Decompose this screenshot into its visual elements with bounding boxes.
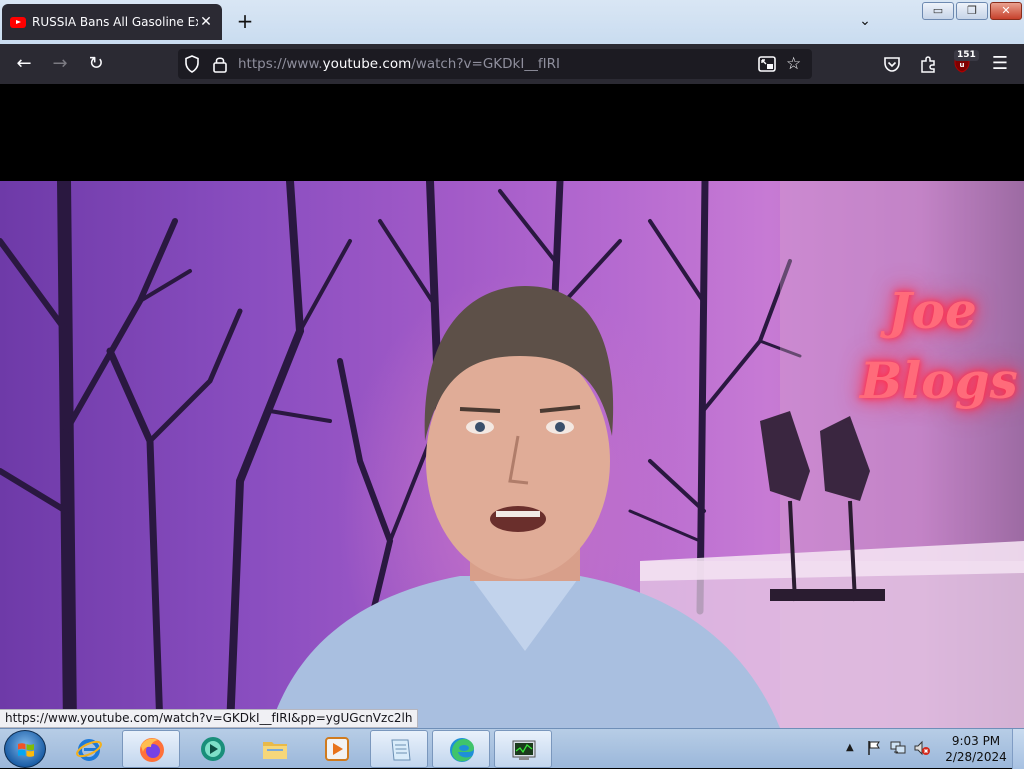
navigation-toolbar: ← → ↻ https://www.youtube.com/watch?v=GK… (0, 44, 1024, 84)
svg-text:u: u (960, 61, 965, 69)
video-frame-art (0, 181, 1024, 728)
neon-line-2: Blogs (860, 351, 1018, 410)
tab-youtube-video[interactable]: RUSSIA Bans All Gasoline Expor ✕ (2, 4, 222, 40)
back-arrow-icon[interactable]: ← (12, 52, 36, 76)
neon-line-1: Joe (888, 281, 977, 340)
reload-icon[interactable]: ↻ (84, 52, 108, 76)
tab-list-chevron-down-icon[interactable]: ⌄ (854, 10, 876, 32)
clock-time: 9:03 PM (951, 734, 1001, 748)
page-content: Joe Blogs (0, 84, 1024, 728)
media-player-icon (325, 737, 349, 761)
url-host: youtube.com (322, 56, 412, 72)
windows-taskbar: ▲ 9:03 PM 2/28/2024 (0, 728, 1024, 769)
tab-title: RUSSIA Bans All Gasoline Expor (32, 15, 198, 29)
taskbar-media-app[interactable] (184, 730, 242, 768)
url-prefix: https://www. (238, 56, 323, 72)
folder-icon (263, 742, 287, 759)
volume-muted-icon[interactable] (914, 740, 930, 756)
taskbar-media-player[interactable] (308, 730, 366, 768)
extension-badge-count: 151 (954, 50, 979, 61)
edge-icon (450, 738, 474, 762)
start-button[interactable] (4, 730, 46, 768)
network-icon[interactable] (890, 740, 906, 756)
tracking-protection-shield-icon[interactable] (184, 55, 200, 73)
taskbar-firefox[interactable] (122, 730, 180, 768)
url-text[interactable]: https://www.youtube.com/watch?v=GKDkI__f… (238, 56, 560, 72)
tab-strip: RUSSIA Bans All Gasoline Expor ✕ + ⌄ ▭ ❐… (0, 0, 1024, 44)
url-path: /watch?v=GKDkI__fIRI (411, 56, 560, 72)
lock-icon[interactable] (212, 55, 228, 73)
picture-in-picture-icon[interactable] (758, 56, 776, 72)
show-desktop-button[interactable] (1012, 729, 1024, 769)
bookmark-star-icon[interactable]: ☆ (786, 54, 806, 74)
new-tab-button[interactable]: + (234, 10, 256, 32)
pocket-icon[interactable] (882, 54, 902, 74)
taskbar-notepad[interactable] (370, 730, 428, 768)
neon-sign: Joe Blogs (860, 276, 1018, 446)
taskbar-edge[interactable] (432, 730, 490, 768)
youtube-favicon-icon (10, 16, 26, 28)
clock[interactable]: 9:03 PM 2/28/2024 (942, 733, 1010, 765)
notepad-icon (391, 739, 411, 761)
tab-close-icon[interactable]: ✕ (198, 14, 214, 30)
extensions-puzzle-icon[interactable] (918, 54, 938, 74)
address-bar[interactable]: https://www.youtube.com/watch?v=GKDkI__f… (178, 49, 812, 79)
forward-arrow-icon[interactable]: → (48, 52, 72, 76)
system-tray: ▲ 9:03 PM 2/28/2024 (842, 729, 1024, 769)
video-player[interactable]: Joe Blogs (0, 181, 1024, 728)
clock-date: 2/28/2024 (945, 750, 1007, 764)
minimize-button[interactable]: ▭ (922, 2, 954, 20)
menu-hamburger-icon[interactable]: ☰ (990, 54, 1010, 74)
task-manager-icon (512, 740, 536, 760)
windows-logo-icon (18, 743, 34, 757)
taskbar-task-manager[interactable] (494, 730, 552, 768)
internet-explorer-icon (76, 739, 102, 761)
taskbar-file-explorer[interactable] (246, 730, 304, 768)
restore-button[interactable]: ❐ (956, 2, 988, 20)
media-app-icon (201, 737, 225, 761)
show-hidden-icons-arrow-icon[interactable]: ▲ (846, 742, 854, 753)
firefox-icon (140, 738, 164, 762)
taskbar-internet-explorer[interactable] (60, 730, 118, 768)
action-center-flag-icon[interactable] (866, 740, 882, 756)
close-window-button[interactable]: ✕ (990, 2, 1022, 20)
link-status-url: https://www.youtube.com/watch?v=GKDkI__f… (0, 709, 419, 728)
window-controls: ▭ ❐ ✕ (922, 2, 1022, 20)
